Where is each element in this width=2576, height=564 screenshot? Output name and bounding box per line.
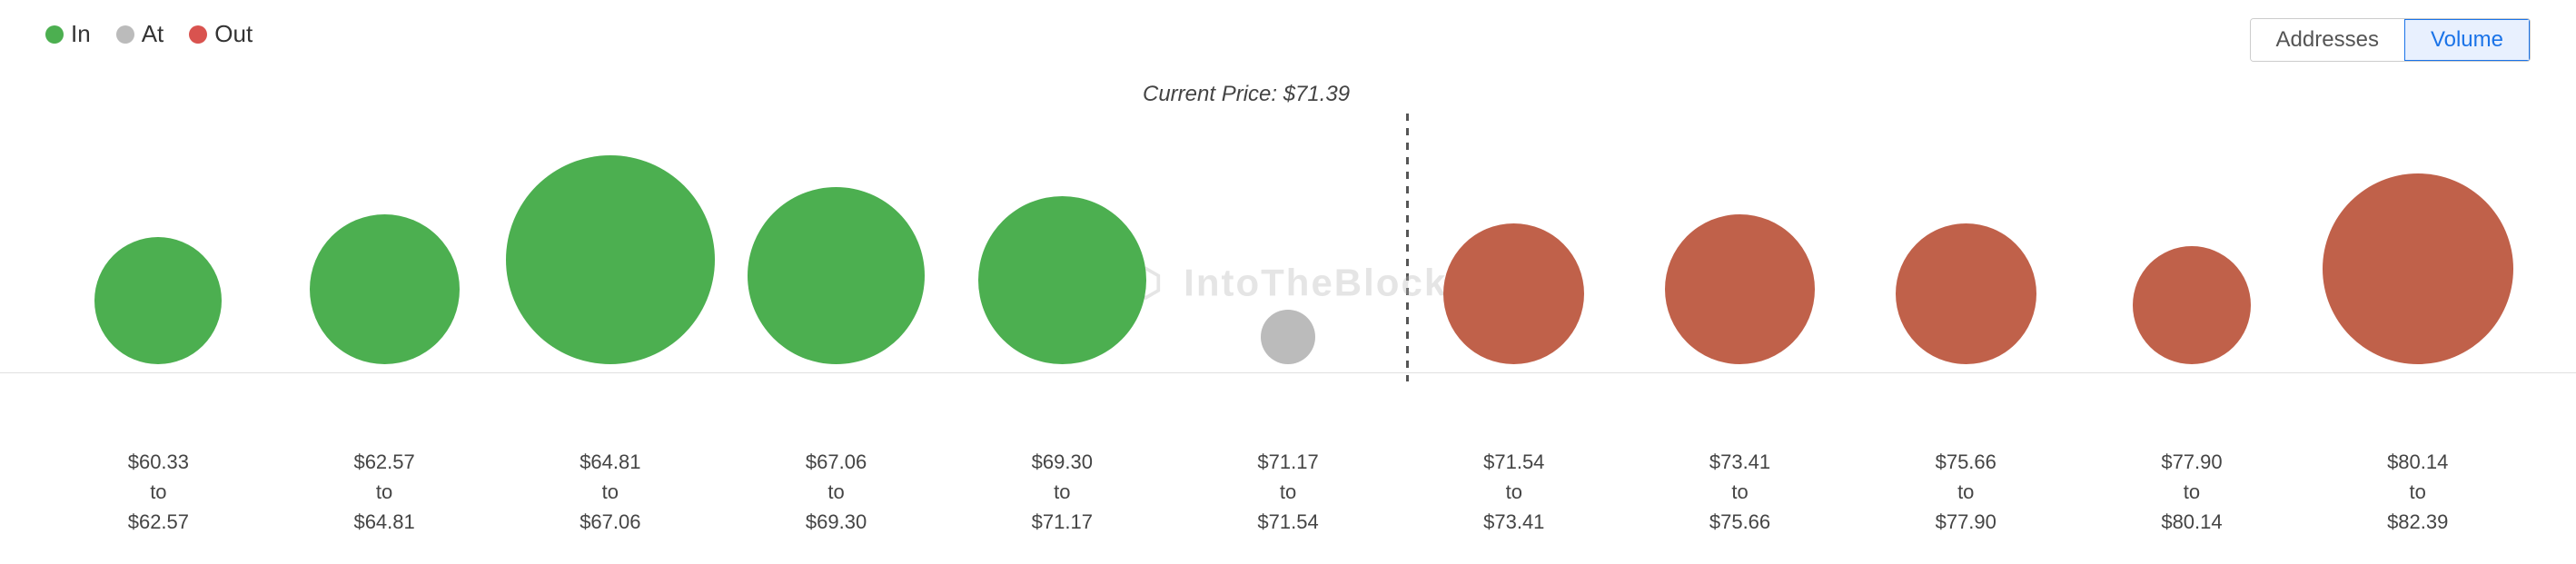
bubble-col-10 (2304, 82, 2531, 364)
range-start-10: $80.14 (2387, 450, 2448, 473)
range-to-1: to (376, 480, 392, 503)
legend-item-at: At (116, 20, 164, 48)
bubble-col-7 (1627, 82, 1853, 364)
bubble-3 (748, 187, 925, 364)
bubble-col-6 (1401, 82, 1627, 364)
range-start-0: $60.33 (128, 450, 189, 473)
legend-dot-in (45, 25, 64, 44)
label-col-9: $77.90 to $80.14 (2079, 447, 2305, 537)
range-to-8: to (1957, 480, 1974, 503)
legend-item-out: Out (189, 20, 253, 48)
bubble-4 (978, 196, 1146, 364)
legend-dot-out (189, 25, 207, 44)
label-col-5: $71.17 to $71.54 (1175, 447, 1402, 537)
range-start-3: $67.06 (806, 450, 867, 473)
range-start-8: $75.66 (1936, 450, 1996, 473)
label-col-4: $69.30 to $71.17 (949, 447, 1175, 537)
bubble-10 (2323, 173, 2513, 364)
legend-dot-at (116, 25, 134, 44)
range-end-5: $71.54 (1257, 510, 1318, 533)
range-end-3: $69.30 (806, 510, 867, 533)
range-to-6: to (1506, 480, 1522, 503)
range-end-0: $62.57 (128, 510, 189, 533)
range-to-9: to (2184, 480, 2200, 503)
label-col-7: $73.41 to $75.66 (1627, 447, 1853, 537)
range-end-10: $82.39 (2387, 510, 2448, 533)
legend: In At Out (45, 20, 253, 48)
bubble-col-4 (949, 82, 1175, 364)
range-end-4: $71.17 (1032, 510, 1093, 533)
range-end-1: $64.81 (353, 510, 414, 533)
label-col-10: $80.14 to $82.39 (2304, 447, 2531, 537)
bubble-6 (1443, 223, 1584, 364)
label-col-8: $75.66 to $77.90 (1853, 447, 2079, 537)
bubble-2 (506, 155, 715, 364)
range-end-8: $77.90 (1936, 510, 1996, 533)
view-toggle: Addresses Volume (2250, 18, 2531, 62)
bubble-5 (1261, 310, 1315, 364)
range-to-10: to (2410, 480, 2426, 503)
addresses-button[interactable]: Addresses (2251, 19, 2404, 61)
range-start-5: $71.17 (1257, 450, 1318, 473)
bubble-8 (1896, 223, 2036, 364)
bubble-col-2 (497, 82, 723, 364)
legend-item-in: In (45, 20, 91, 48)
range-start-9: $77.90 (2161, 450, 2222, 473)
label-col-0: $60.33 to $62.57 (45, 447, 272, 537)
range-end-6: $73.41 (1483, 510, 1544, 533)
range-start-1: $62.57 (353, 450, 414, 473)
legend-label-in: In (71, 20, 91, 48)
bubble-col-1 (272, 82, 498, 364)
bubble-7 (1665, 214, 1815, 364)
bubble-col-3 (723, 82, 949, 364)
range-to-5: to (1280, 480, 1296, 503)
range-start-2: $64.81 (580, 450, 640, 473)
range-to-2: to (602, 480, 619, 503)
chart-divider (0, 372, 2576, 373)
range-start-7: $73.41 (1709, 450, 1770, 473)
range-start-6: $71.54 (1483, 450, 1544, 473)
bubble-1 (310, 214, 460, 364)
bubble-col-0 (45, 82, 272, 364)
label-col-6: $71.54 to $73.41 (1401, 447, 1627, 537)
bubble-0 (94, 237, 222, 364)
chart-area (0, 82, 2576, 364)
legend-label-at: At (142, 20, 164, 48)
range-start-4: $69.30 (1032, 450, 1093, 473)
range-to-4: to (1054, 480, 1070, 503)
range-to-7: to (1731, 480, 1748, 503)
range-end-9: $80.14 (2161, 510, 2222, 533)
legend-label-out: Out (214, 20, 253, 48)
bubble-9 (2133, 246, 2251, 364)
bubble-col-9 (2079, 82, 2305, 364)
chart-container: In At Out Addresses Volume Current Price… (0, 0, 2576, 564)
range-end-7: $75.66 (1709, 510, 1770, 533)
labels-area: $60.33to$62.57$62.57to$64.81$64.81to$67.… (0, 447, 2576, 537)
range-end-2: $67.06 (580, 510, 640, 533)
range-to-3: to (827, 480, 844, 503)
label-col-1: $62.57 to $64.81 (272, 447, 498, 537)
label-col-2: $64.81 to $67.06 (497, 447, 723, 537)
volume-button[interactable]: Volume (2404, 19, 2530, 61)
label-col-3: $67.06 to $69.30 (723, 447, 949, 537)
bubble-col-5 (1175, 82, 1402, 364)
bubble-col-8 (1853, 82, 2079, 364)
range-to-0: to (150, 480, 166, 503)
